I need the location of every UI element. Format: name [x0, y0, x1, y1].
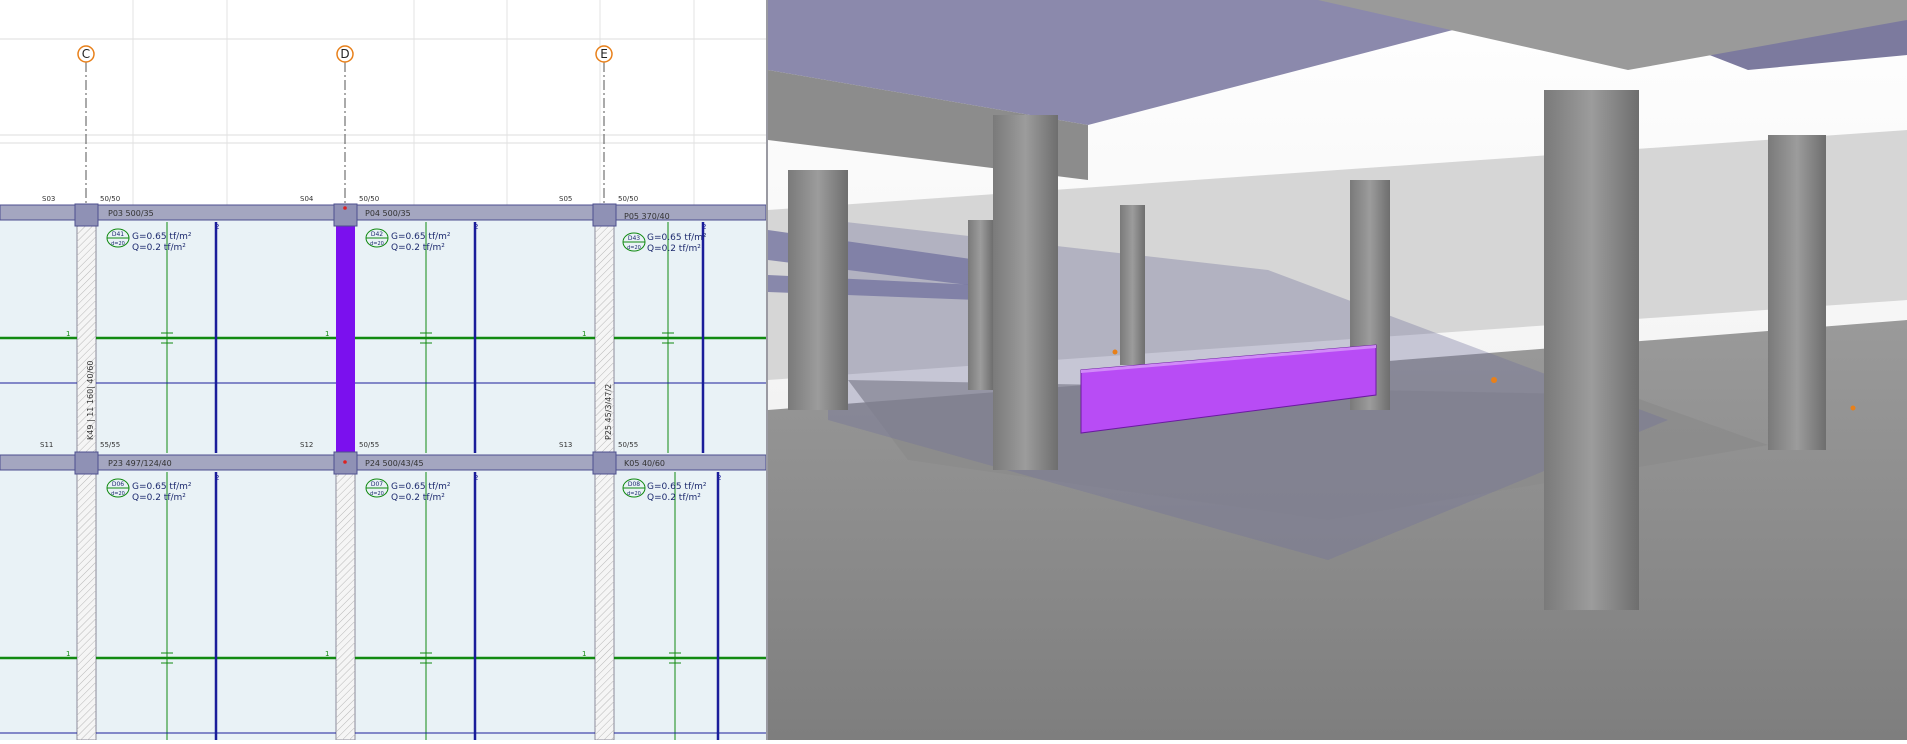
beam-label: P24 500/43/45 [365, 459, 424, 468]
axis-bubble-e[interactable]: E [595, 45, 613, 63]
svg-text:Q=0.2 tf/m²: Q=0.2 tf/m² [391, 243, 445, 253]
column-size: 55/55 [100, 441, 120, 449]
column-marker [343, 206, 347, 210]
svg-text:1: 1 [66, 330, 70, 338]
column-marker [343, 460, 347, 464]
column-size: 50/50 [100, 195, 120, 203]
beam-label: P04 500/35 [365, 209, 411, 218]
svg-text:D07: D07 [371, 481, 383, 488]
axis-label: C [82, 47, 90, 61]
svg-text:1: 1 [582, 650, 586, 658]
marker [1850, 405, 1856, 411]
column-label: S04 [300, 195, 314, 203]
selected-beam-highlight[interactable] [336, 220, 355, 455]
svg-text:2: 2 [215, 474, 219, 482]
svg-text:D41: D41 [112, 231, 124, 238]
beam-label: P23 497/124/40 [108, 459, 172, 468]
svg-text:2: 2 [717, 474, 721, 482]
column-label: S13 [559, 441, 572, 449]
svg-text:2: 2 [702, 223, 706, 231]
svg-text:G=0.65 tf/m²: G=0.65 tf/m² [132, 482, 192, 492]
beam-label: P05 370/40 [624, 212, 670, 221]
svg-text:D43: D43 [628, 235, 640, 242]
3d-canvas[interactable] [768, 0, 1907, 740]
column-label: S03 [42, 195, 55, 203]
column-label: S12 [300, 441, 313, 449]
svg-text:Q=0.2 tf/m²: Q=0.2 tf/m² [647, 493, 701, 503]
concrete-column [1544, 90, 1639, 610]
column-label: S05 [559, 195, 572, 203]
vertical-beam-label: K49 | 11 160| 40/60 [86, 361, 95, 441]
svg-text:d=20: d=20 [111, 241, 125, 247]
svg-text:D08: D08 [628, 481, 640, 488]
marker [1112, 349, 1118, 355]
concrete-column [993, 115, 1058, 470]
column-label: S11 [40, 441, 53, 449]
svg-text:G=0.65 tf/m²: G=0.65 tf/m² [647, 233, 707, 243]
slab-region-lower[interactable] [0, 470, 766, 740]
3d-model-view[interactable] [768, 0, 1907, 740]
column-size: 50/55 [359, 441, 379, 449]
svg-text:G=0.65 tf/m²: G=0.65 tf/m² [647, 482, 707, 492]
svg-text:d=20: d=20 [370, 491, 384, 497]
plan-grid [0, 0, 766, 205]
svg-text:2: 2 [474, 474, 478, 482]
svg-text:Q=0.2 tf/m²: Q=0.2 tf/m² [391, 493, 445, 503]
svg-text:D42: D42 [371, 231, 383, 238]
plan-canvas[interactable]: C D E S03 S04 S05 50/50 50/50 50/50 S11 … [0, 0, 767, 741]
svg-text:Q=0.2 tf/m²: Q=0.2 tf/m² [132, 243, 186, 253]
svg-text:Q=0.2 tf/m²: Q=0.2 tf/m² [647, 244, 701, 254]
svg-text:1: 1 [66, 650, 70, 658]
svg-text:d=20: d=20 [627, 491, 641, 497]
svg-text:G=0.65 tf/m²: G=0.65 tf/m² [391, 482, 451, 492]
svg-text:2: 2 [474, 223, 478, 231]
axis-bubble-c[interactable]: C [77, 45, 95, 63]
axis-bubble-d[interactable]: D [336, 45, 354, 63]
svg-text:d=20: d=20 [627, 245, 641, 251]
svg-text:d=20: d=20 [111, 491, 125, 497]
column-size: 50/50 [359, 195, 379, 203]
concrete-column [1120, 205, 1145, 365]
marker [1491, 377, 1497, 383]
beam-label: K05 40/60 [624, 459, 665, 468]
svg-text:Q=0.2 tf/m²: Q=0.2 tf/m² [132, 493, 186, 503]
svg-text:1: 1 [325, 330, 329, 338]
concrete-column [968, 220, 993, 390]
svg-text:d=20: d=20 [370, 241, 384, 247]
axis-label: D [340, 47, 349, 61]
svg-text:G=0.65 tf/m²: G=0.65 tf/m² [132, 232, 192, 242]
svg-text:2: 2 [215, 223, 219, 231]
vertical-beam-label: P25 45/3/47/2 [604, 384, 613, 440]
concrete-column [1768, 135, 1826, 450]
svg-text:G=0.65 tf/m²: G=0.65 tf/m² [391, 232, 451, 242]
axis-label: E [600, 47, 608, 61]
svg-text:1: 1 [325, 650, 329, 658]
structural-plan-view[interactable]: C D E S03 S04 S05 50/50 50/50 50/50 S11 … [0, 0, 767, 741]
beam-label: P03 500/35 [108, 209, 154, 218]
svg-text:1: 1 [582, 330, 586, 338]
column-size: 50/50 [618, 195, 638, 203]
concrete-column [788, 170, 848, 410]
column-size: 50/55 [618, 441, 638, 449]
svg-text:D06: D06 [112, 481, 124, 488]
